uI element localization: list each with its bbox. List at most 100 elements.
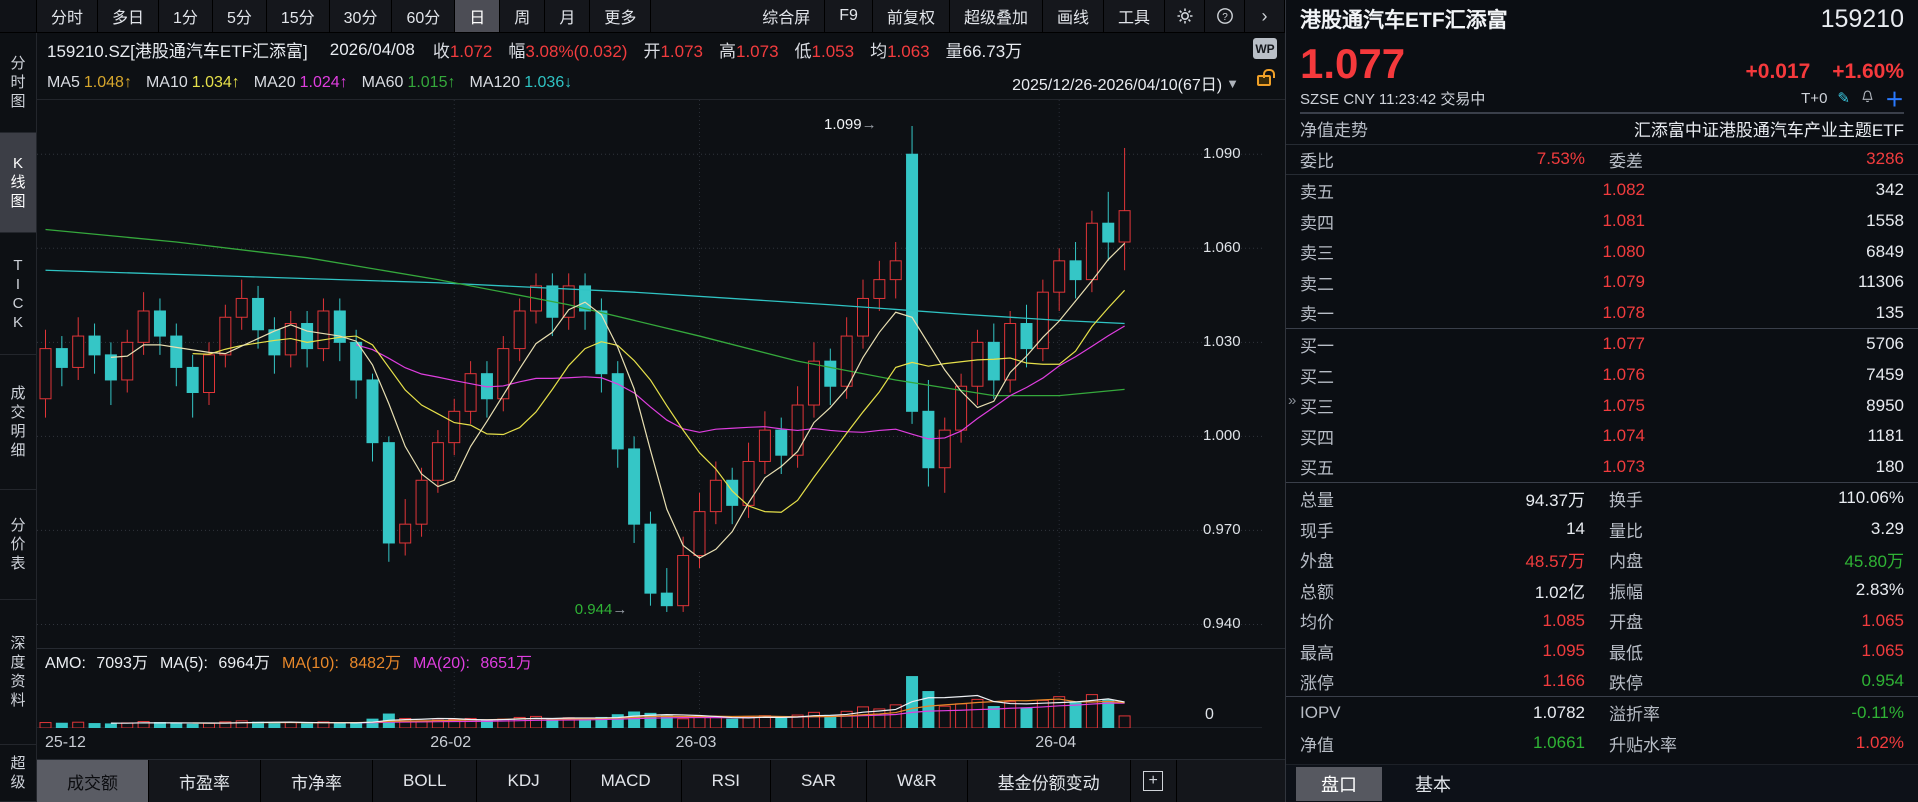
weicha-label: 委差 <box>1609 151 1643 171</box>
stat-value: 0.954 <box>1861 671 1904 691</box>
stat-row: 外盘 48.57万 内盘 45.80万 <box>1286 544 1918 575</box>
nav-value: 汇添富中证港股通汽车产业主题ETF <box>1633 121 1904 141</box>
sidebar-item-char: 时 <box>10 74 26 91</box>
sidebar-item-K线图[interactable]: K线图 <box>0 133 36 233</box>
stat-label: 均价 <box>1300 613 1334 633</box>
wp-badge[interactable]: WP <box>1253 38 1277 59</box>
symbol-label[interactable]: 159210.SZ[港股通汽车ETF汇添富] <box>47 37 308 62</box>
sidebar-item-char: 分 <box>10 517 26 534</box>
sidebar-item-TICK[interactable]: TICK <box>0 233 36 355</box>
ohlc-field: 量66.73万 <box>946 37 1023 62</box>
toolbar-tab-画线[interactable]: 画线 <box>1043 0 1104 32</box>
sidebar-item-char: 细 <box>10 442 26 459</box>
toolbar-tab-60分[interactable]: 60分 <box>392 0 456 32</box>
ohlc-field-label: 均 <box>870 42 888 61</box>
bid-label: 买三 <box>1300 398 1334 418</box>
stat-value: 1.0661 <box>1533 733 1585 753</box>
ohlc-field-value: 66.73万 <box>962 42 1023 61</box>
help-icon[interactable]: ? <box>1205 0 1245 32</box>
sidebar-item-成交明细[interactable]: 成交明细 <box>0 355 36 490</box>
sidebar-item-char: K <box>12 313 23 331</box>
stat-row: 现手 14 量比 3.29 <box>1286 514 1918 545</box>
stat-value: 1.085 <box>1542 610 1585 630</box>
indicator-tab-基金份额变动[interactable]: 基金份额变动 <box>968 760 1131 802</box>
indicator-tab-MACD[interactable]: MACD <box>571 760 682 802</box>
chevron-right-icon[interactable]: › <box>1245 0 1285 32</box>
toolbar-tab-多日[interactable]: 多日 <box>98 0 160 32</box>
bid-price: 1.076 <box>1602 365 1645 385</box>
sidebar-item-深度资料[interactable]: 深度资料 <box>0 600 36 745</box>
indicator-tab-RSI[interactable]: RSI <box>682 760 772 802</box>
sidebar-item-分价表[interactable]: 分价表 <box>0 490 36 600</box>
toolbar-tab-周[interactable]: 周 <box>500 0 546 32</box>
toolbar-tab-F9[interactable]: F9 <box>825 0 873 32</box>
stat-label: 现手 <box>1300 521 1334 541</box>
bid-volume: 5706 <box>1866 334 1904 354</box>
sidebar-item-超级[interactable]: 超级 <box>0 745 36 802</box>
indicator-tab-市盈率[interactable]: 市盈率 <box>149 760 261 802</box>
toolbar-tab-更多[interactable]: 更多 <box>590 0 652 32</box>
toolbar-tab-前复权[interactable]: 前复权 <box>873 0 950 32</box>
bell-icon[interactable] <box>1860 89 1875 108</box>
toolbar-left-tabs: 分时 多日 1分 5分 15分 30分 60分日周月更多 <box>37 0 652 32</box>
toolbar-tab-超级叠加[interactable]: 超级叠加 <box>950 0 1043 32</box>
toolbar-tab-工具[interactable]: 工具 <box>1104 0 1165 32</box>
bid-price: 1.073 <box>1602 456 1645 476</box>
amo-value: 7093万 <box>96 654 148 672</box>
y-axis-label: 1.090 <box>1203 145 1241 163</box>
sidebar-item-char: 资 <box>10 673 26 690</box>
indicator-tab-市净率[interactable]: 市净率 <box>261 760 373 802</box>
indicator-tab-KDJ[interactable]: KDJ <box>477 760 571 802</box>
stat-label: 内盘 <box>1609 552 1643 572</box>
indicator-tab-成交额[interactable]: 成交额 <box>37 760 149 802</box>
edit-icon[interactable]: ✎ <box>1837 89 1850 107</box>
bid-label: 买二 <box>1300 367 1334 387</box>
bid-row: 买二 1.076 7459 <box>1286 360 1918 391</box>
add-to-watchlist-icon[interactable]: ＋ <box>1885 85 1904 112</box>
toolbar-tab-1分[interactable]: 1分 <box>159 0 213 32</box>
lock-icon[interactable] <box>1257 69 1275 86</box>
toolbar-tab-30分[interactable]: 30分 <box>330 0 393 32</box>
toolbar-tab-5分[interactable]: 5分 <box>213 0 267 32</box>
toolbar-tab-综合屏[interactable]: 综合屏 <box>748 0 826 32</box>
ask-volume: 135 <box>1875 302 1904 322</box>
stat-row: 总量 94.37万 换手 110.06% <box>1286 483 1918 514</box>
indicator-tab-W&R[interactable]: W&R <box>867 760 968 802</box>
volume-chart-pane[interactable]: 0 <box>37 672 1285 730</box>
nav-row[interactable]: 净值走势 汇添富中证港股通汽车产业主题ETF <box>1286 114 1918 145</box>
ask-label: 卖五 <box>1300 182 1334 202</box>
toolbar-tab-分时[interactable]: 分时 <box>37 0 99 32</box>
sidebar-item-char: 深 <box>10 635 26 652</box>
sidebar-item-char: 价 <box>10 536 26 553</box>
quote-tab-基本[interactable]: 基本 <box>1390 767 1476 801</box>
quote-tab-盘口[interactable]: 盘口 <box>1296 766 1382 801</box>
ask-price: 1.081 <box>1602 211 1645 231</box>
sidebar-item-分时图[interactable]: 分时图 <box>0 33 36 133</box>
sidebar-item-char: 超 <box>10 755 26 772</box>
ma-label: MA20 <box>253 73 296 91</box>
date-range-selector[interactable]: 2025/12/26-2026/04/10(67日) ▼ <box>1012 66 1239 100</box>
stat-value: 2.83% <box>1855 580 1904 600</box>
toolbar-tab-月[interactable]: 月 <box>545 0 591 32</box>
gear-icon[interactable] <box>1165 0 1205 32</box>
toolbar-tab-15分[interactable]: 15分 <box>267 0 330 32</box>
stat-value: 3.29 <box>1870 519 1904 539</box>
x-axis-label: 26-03 <box>675 734 717 751</box>
ohlc-field: 收1.072 <box>433 37 493 62</box>
ohlc-field: 高1.073 <box>719 37 779 62</box>
bid-volume: 180 <box>1875 456 1904 476</box>
x-axis-label: 26-02 <box>430 734 472 751</box>
security-code: 159210 <box>1820 5 1904 33</box>
collapse-panel-arrow[interactable]: » <box>1288 392 1296 409</box>
indicator-tab-BOLL[interactable]: BOLL <box>373 760 478 802</box>
indicator-tab-SAR[interactable]: SAR <box>771 760 867 802</box>
stat-value: -0.11% <box>1851 702 1904 722</box>
x-axis: 25-12 26-02 26-03 26-04 <box>37 728 1285 760</box>
vol-ma20-label: MA(20): <box>412 654 470 672</box>
sidebar-item-char: 料 <box>10 692 26 709</box>
toolbar-tab-日[interactable]: 日 <box>455 0 501 32</box>
bid-row: 买一 1.077 5706 <box>1286 329 1918 360</box>
add-indicator-button[interactable]: + <box>1131 760 1177 802</box>
kline-chart-pane[interactable]: 1.099→ 0.944→ 1.090 1.060 1.030 1.000 0.970 0… <box>37 100 1285 648</box>
